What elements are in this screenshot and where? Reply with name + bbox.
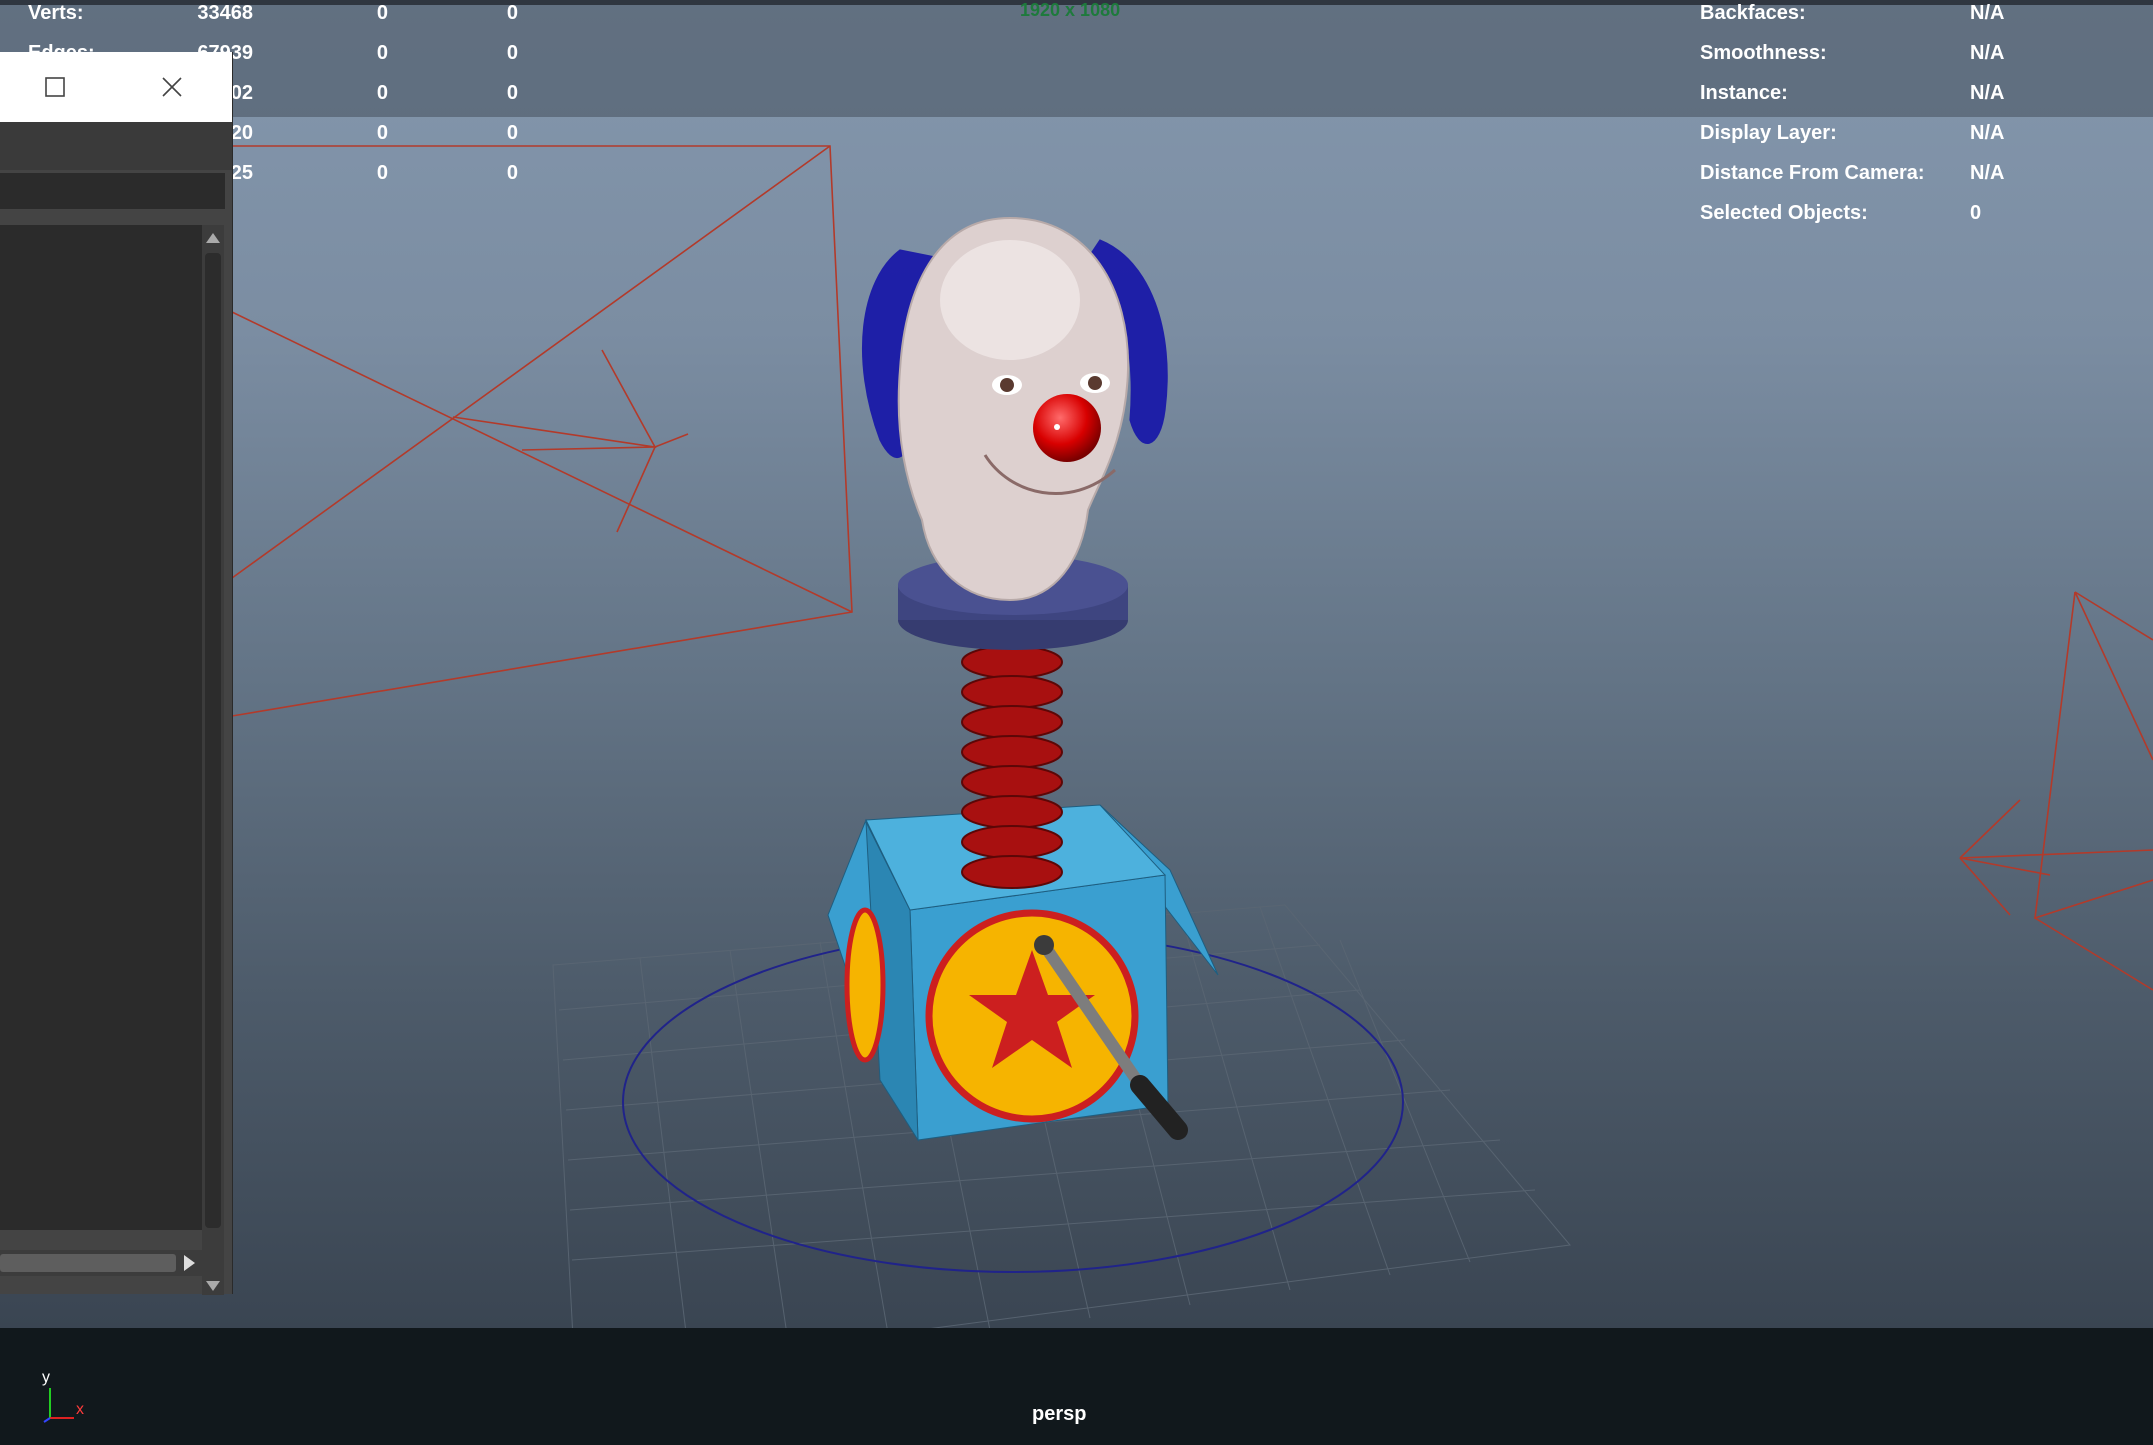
clown-nose bbox=[1033, 394, 1101, 462]
hud-row5-v3: 0 bbox=[506, 162, 518, 184]
box-side-disc bbox=[844, 907, 886, 1063]
3d-viewport[interactable]: Verts: 33468 0 0 Edges: 67939 0 0 02 0 0… bbox=[0, 0, 2153, 1328]
hud-distance-label: Distance From Camera: bbox=[1700, 162, 1925, 184]
close-button[interactable] bbox=[152, 67, 192, 107]
hud-display-layer-value: N/A bbox=[1970, 122, 2005, 144]
hud-instance-label: Instance: bbox=[1700, 82, 1788, 104]
scroll-right-arrow-icon bbox=[184, 1255, 195, 1271]
maximize-button[interactable] bbox=[35, 67, 75, 107]
close-icon bbox=[162, 77, 182, 97]
hud-backfaces-value: N/A bbox=[1970, 2, 2005, 24]
axis-gizmo: y x bbox=[36, 1366, 96, 1426]
scroll-down-arrow-icon bbox=[206, 1281, 220, 1291]
window-toolbar bbox=[0, 122, 232, 170]
hud-verts-value: 33468 bbox=[197, 2, 253, 24]
item-list[interactable] bbox=[0, 225, 202, 1230]
camera-name-label: persp bbox=[1032, 1403, 1087, 1425]
filter-field[interactable] bbox=[0, 173, 225, 209]
hud-row3-v3: 0 bbox=[506, 82, 518, 104]
hud-smoothness-value: N/A bbox=[1970, 42, 2005, 64]
hud-row4-v3: 0 bbox=[506, 122, 518, 144]
hud-row3-v2: 0 bbox=[376, 82, 388, 104]
hud-smoothness-label: Smoothness: bbox=[1700, 42, 1827, 64]
hud-distance-value: N/A bbox=[1970, 162, 2005, 184]
axis-y-label: y bbox=[42, 1369, 50, 1386]
window-title-bar[interactable] bbox=[0, 52, 232, 122]
hud-instance-value: N/A bbox=[1970, 82, 2005, 104]
hud-edges-v3: 0 bbox=[506, 42, 518, 64]
hud-row5-v2: 0 bbox=[376, 162, 388, 184]
hud-backfaces-label: Backfaces: bbox=[1700, 2, 1806, 24]
axis-x-label: x bbox=[76, 1401, 84, 1418]
hud-row4-v2: 0 bbox=[376, 122, 388, 144]
hud-selected-objects-value: 0 bbox=[1970, 202, 1982, 224]
viewport-footer bbox=[0, 1328, 2153, 1445]
hud-verts-label: Verts: bbox=[28, 2, 84, 24]
spring bbox=[961, 645, 1063, 889]
resolution-gate-label: 1920 x 1080 bbox=[1020, 0, 1121, 20]
camera-wireframe-left bbox=[231, 145, 853, 717]
hud-selected-objects-label: Selected Objects: bbox=[1700, 202, 1868, 224]
camera-wireframe-right bbox=[1959, 591, 2153, 991]
maximize-icon bbox=[45, 77, 65, 97]
hud-verts-v3: 0 bbox=[506, 2, 518, 24]
scroll-up-arrow-icon bbox=[206, 233, 220, 243]
vertical-scrollbar[interactable] bbox=[202, 225, 224, 1295]
horizontal-scroll-thumb[interactable] bbox=[0, 1254, 176, 1272]
floating-panel-window bbox=[0, 52, 233, 1295]
hud-display-layer-label: Display Layer: bbox=[1700, 122, 1837, 144]
horizontal-scrollbar[interactable] bbox=[0, 1250, 202, 1276]
vertical-scroll-thumb[interactable] bbox=[205, 253, 221, 1228]
scene bbox=[231, 145, 2153, 1328]
hud-verts-v2: 0 bbox=[376, 2, 388, 24]
hud-edges-v2: 0 bbox=[376, 42, 388, 64]
